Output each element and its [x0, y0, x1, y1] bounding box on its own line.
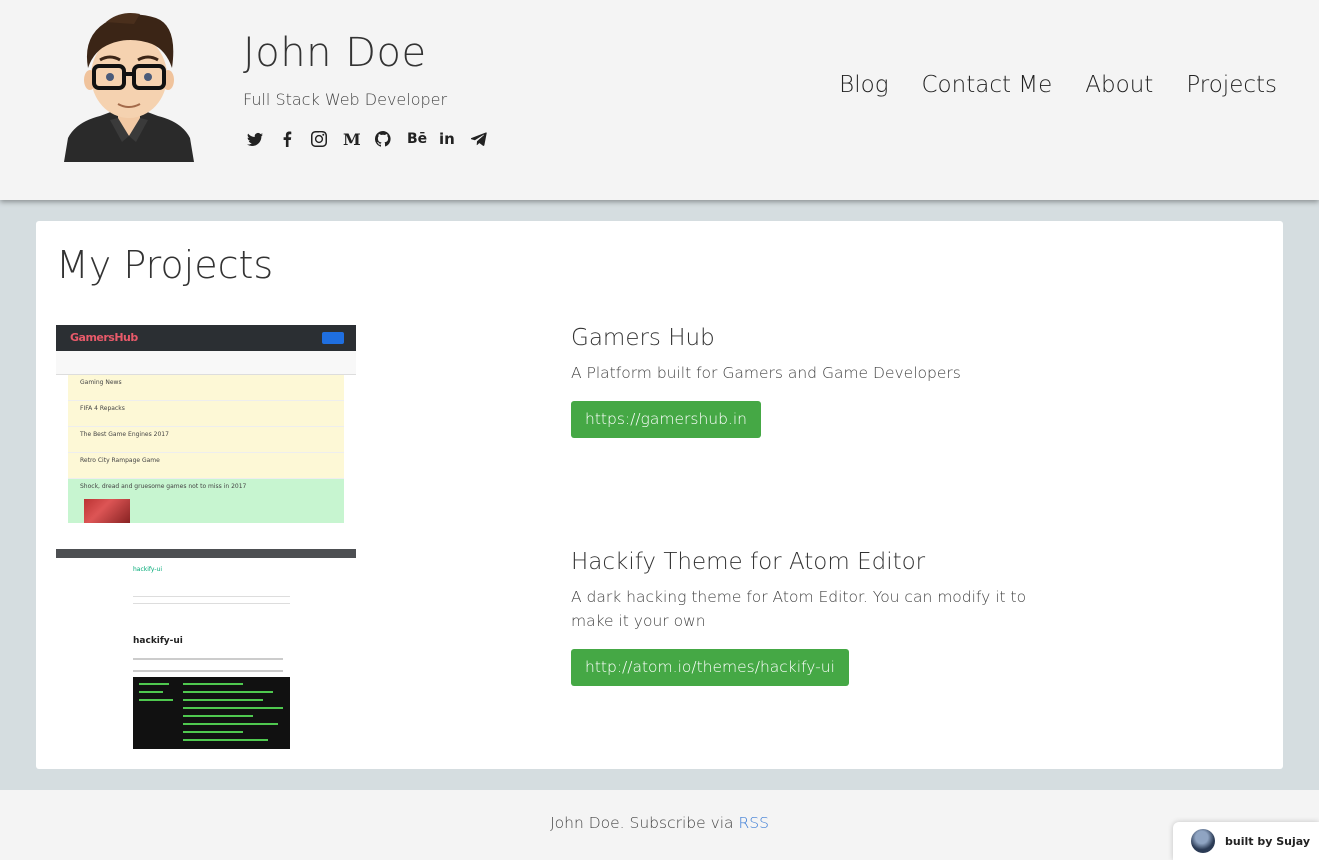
thumbnail — [84, 499, 130, 523]
main-nav: Blog Contact Me About Projects — [839, 72, 1277, 98]
behance-icon[interactable]: Bē — [407, 129, 439, 149]
footer-label: John Doe. Subscribe via — [550, 814, 739, 832]
nav-about[interactable]: About — [1085, 72, 1153, 98]
projects-card: My Projects GamersHub Gaming News FIFA 4… — [36, 221, 1283, 769]
divider — [133, 670, 283, 672]
instagram-icon[interactable] — [311, 129, 343, 149]
site-header: John Doe Full Stack Web Developer M Bē i… — [0, 0, 1319, 200]
nav-contact-me[interactable]: Contact Me — [922, 72, 1053, 98]
list-item: Retro City Rampage Game — [68, 453, 344, 479]
project-screenshot-gamershub[interactable]: GamersHub Gaming News FIFA 4 Repacks The… — [56, 325, 356, 525]
telegram-icon[interactable] — [471, 129, 503, 149]
package-name-small: hackify-ui — [133, 566, 163, 573]
twitter-icon[interactable] — [247, 129, 279, 149]
rss-link[interactable]: RSS — [738, 814, 768, 832]
divider — [133, 658, 283, 660]
project-title: Gamers Hub — [571, 325, 715, 351]
badge-avatar — [1191, 829, 1215, 853]
gamershub-logo: GamersHub — [70, 331, 138, 344]
facebook-icon[interactable] — [279, 129, 311, 149]
page-title: My Projects — [56, 243, 274, 287]
nav-projects[interactable]: Projects — [1186, 72, 1277, 98]
nav-blog[interactable]: Blog — [839, 72, 888, 98]
site-footer: John Doe. Subscribe via RSS — [0, 790, 1319, 860]
gamershub-new-post-button — [322, 332, 344, 344]
list-item-highlight: Shock, dread and gruesome games not to m… — [68, 479, 344, 523]
atom-navbar — [56, 549, 356, 558]
tagline: Full Stack Web Developer — [243, 90, 448, 109]
gamershub-navbar: GamersHub — [56, 325, 356, 351]
linkedin-icon[interactable]: in — [439, 129, 471, 149]
list-item: The Best Game Engines 2017 — [68, 427, 344, 453]
project-link-button[interactable]: http://atom.io/themes/hackify-ui — [571, 649, 849, 686]
gamershub-filter-bar — [56, 351, 356, 375]
site-owner-name: John Doe — [243, 30, 427, 76]
avatar — [64, 13, 194, 162]
list-item: FIFA 4 Repacks — [68, 401, 344, 427]
package-heading: hackify-ui — [133, 636, 183, 646]
medium-icon[interactable]: M — [343, 129, 375, 149]
github-icon[interactable] — [375, 129, 407, 149]
list-item: Gaming News — [68, 375, 344, 401]
built-by-badge[interactable]: built by Sujay — [1173, 822, 1319, 860]
code-preview — [133, 677, 290, 749]
project-title: Hackify Theme for Atom Editor — [571, 549, 926, 575]
package-stats — [133, 596, 290, 604]
highlight-text: Shock, dread and gruesome games not to m… — [80, 483, 247, 490]
project-description: A dark hacking theme for Atom Editor. Yo… — [571, 588, 1027, 630]
footer-text: John Doe. Subscribe via RSS — [0, 814, 1319, 832]
social-links: M Bē in — [247, 129, 503, 149]
badge-label: built by Sujay — [1225, 834, 1310, 848]
project-description: A Platform built for Gamers and Game Dev… — [571, 364, 961, 382]
project-screenshot-hackify[interactable]: hackify-ui hackify-ui — [56, 549, 356, 749]
project-link-button[interactable]: https://gamershub.in — [571, 401, 761, 438]
